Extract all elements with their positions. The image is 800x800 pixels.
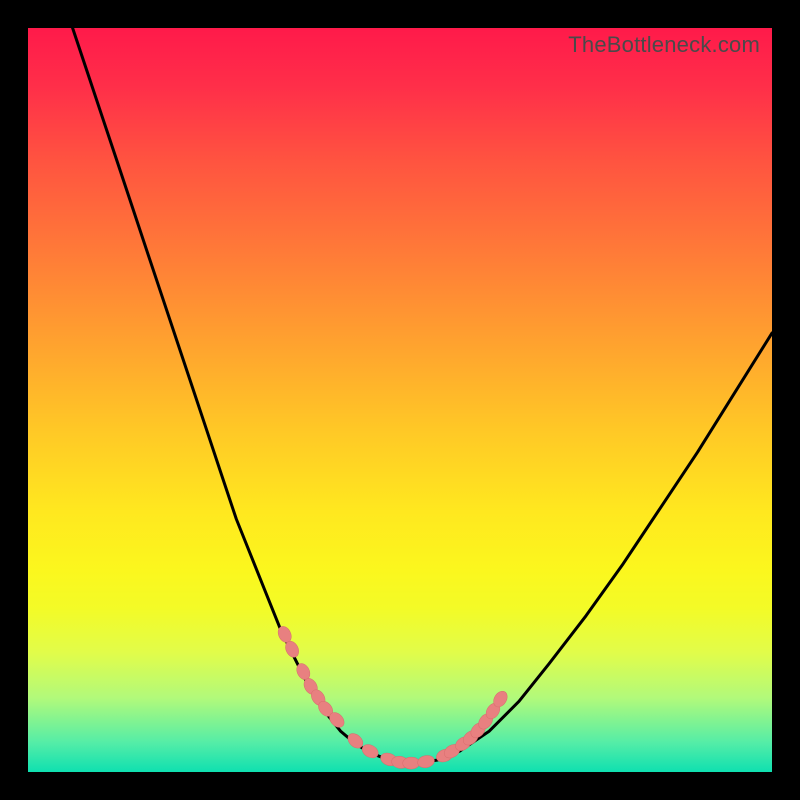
scatter-beads [276, 624, 510, 770]
chart-frame: TheBottleneck.com [0, 0, 800, 800]
curve-line [73, 28, 772, 763]
plot-area: TheBottleneck.com [28, 28, 772, 772]
chart-svg [28, 28, 772, 772]
watermark-text: TheBottleneck.com [568, 32, 760, 58]
